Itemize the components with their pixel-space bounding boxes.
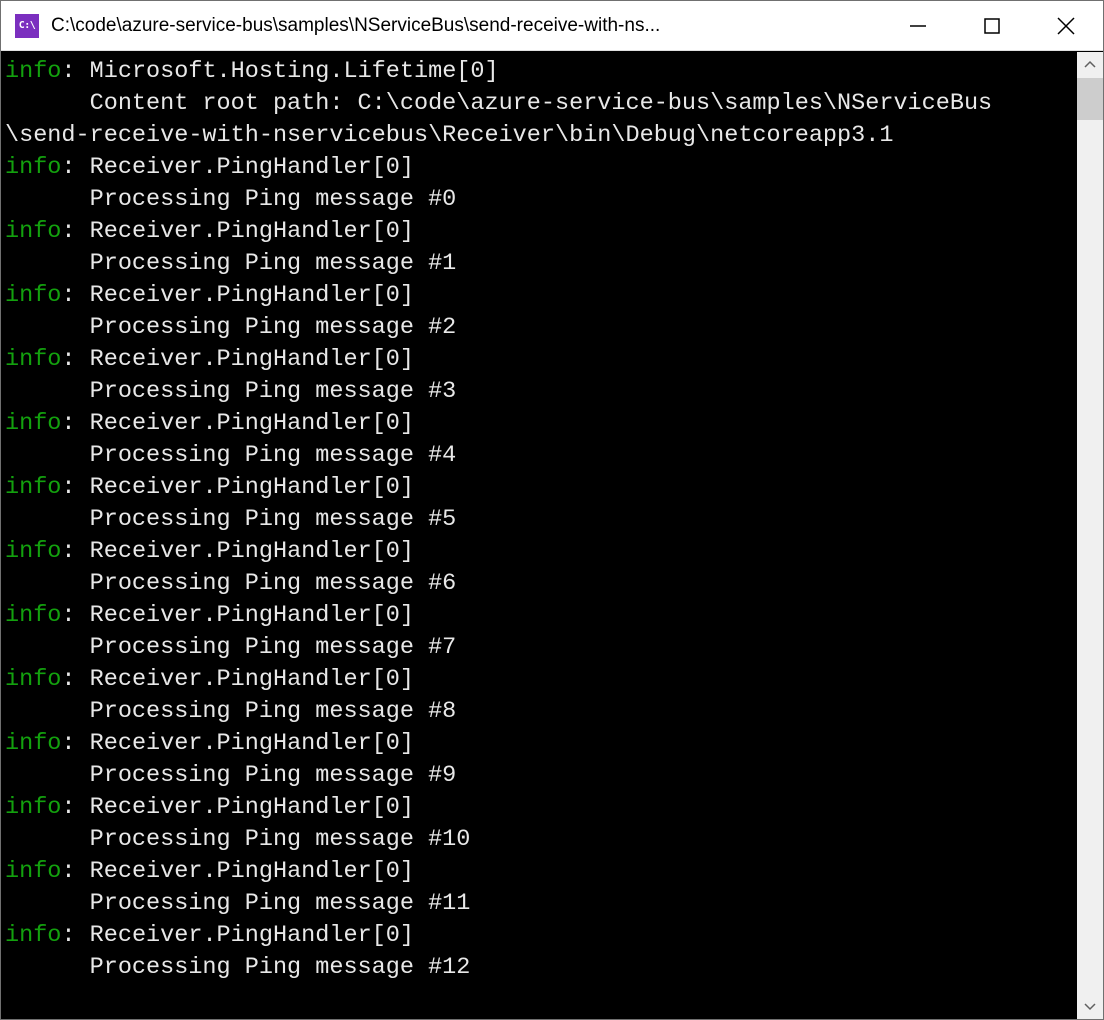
- log-level: info: [5, 346, 61, 373]
- log-level: info: [5, 538, 61, 565]
- minimize-icon: [909, 17, 927, 35]
- log-level: info: [5, 154, 61, 181]
- scrollbar-thumb[interactable]: [1077, 78, 1103, 120]
- vertical-scrollbar[interactable]: [1077, 52, 1103, 1019]
- log-level: info: [5, 922, 61, 949]
- log-level: info: [5, 602, 61, 629]
- log-level: info: [5, 794, 61, 821]
- log-level: info: [5, 410, 61, 437]
- log-level: info: [5, 666, 61, 693]
- log-level: info: [5, 58, 61, 85]
- window-title: C:\code\azure-service-bus\samples\NServi…: [51, 15, 881, 37]
- log-level: info: [5, 218, 61, 245]
- window-controls: [881, 1, 1103, 50]
- close-button[interactable]: [1029, 1, 1103, 50]
- maximize-button[interactable]: [955, 1, 1029, 50]
- console-area: info: Microsoft.Hosting.Lifetime[0] Cont…: [1, 51, 1103, 1019]
- console-window: C:\ C:\code\azure-service-bus\samples\NS…: [0, 0, 1104, 1020]
- chevron-up-icon: [1083, 58, 1097, 72]
- close-icon: [1056, 16, 1076, 36]
- log-level: info: [5, 858, 61, 885]
- titlebar[interactable]: C:\ C:\code\azure-service-bus\samples\NS…: [1, 1, 1103, 51]
- log-level: info: [5, 730, 61, 757]
- console-output[interactable]: info: Microsoft.Hosting.Lifetime[0] Cont…: [1, 52, 1077, 1019]
- chevron-down-icon: [1083, 999, 1097, 1013]
- log-level: info: [5, 474, 61, 501]
- scrollbar-track[interactable]: [1077, 78, 1103, 993]
- minimize-button[interactable]: [881, 1, 955, 50]
- maximize-icon: [983, 17, 1001, 35]
- scroll-up-button[interactable]: [1077, 52, 1103, 78]
- app-icon: C:\: [15, 14, 39, 38]
- scroll-down-button[interactable]: [1077, 993, 1103, 1019]
- log-level: info: [5, 282, 61, 309]
